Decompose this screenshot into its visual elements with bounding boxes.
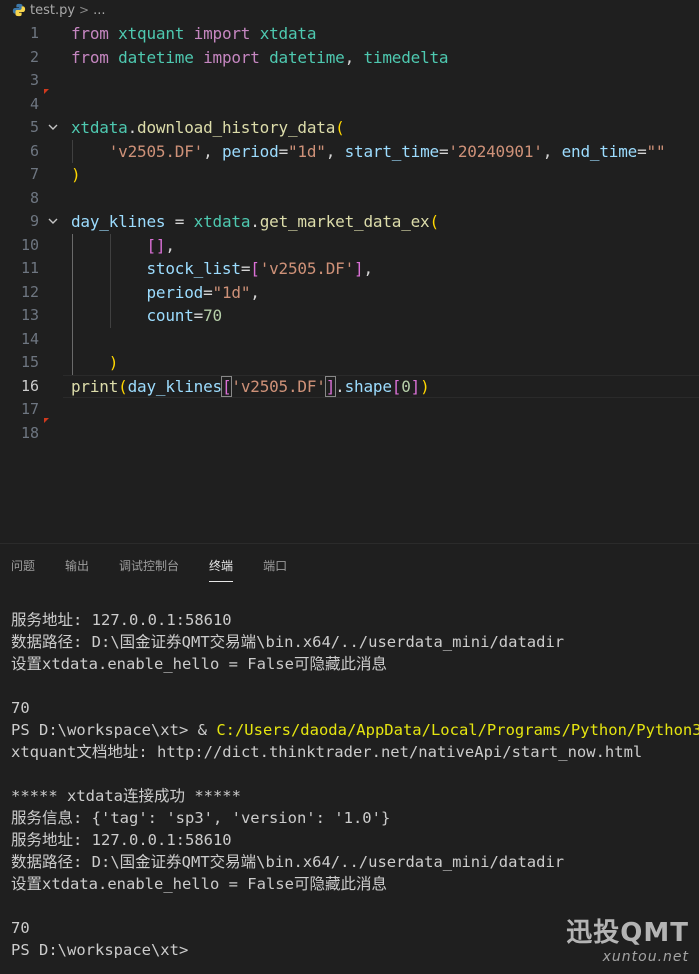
line-number: 7 — [29, 165, 39, 183]
code-line[interactable]: 8 — [0, 187, 699, 211]
line-number: 10 — [20, 235, 39, 254]
terminal-line: 数据路径: D:\国金证券QMT交易端\bin.x64/../userdata_… — [11, 633, 565, 651]
code-text: count=70 — [146, 306, 222, 325]
code-text: period="1d", — [146, 282, 260, 302]
terminal-line: 服务信息: {'tag': 'sp3', 'version': '1.0'} — [11, 809, 391, 827]
code-text: 'v2505.DF', period="1d", start_time='202… — [108, 141, 666, 161]
code-line[interactable]: 17 — [0, 398, 699, 422]
watermark-sub: xuntou.net — [602, 949, 689, 965]
line-number: 16 — [20, 376, 39, 395]
breadcrumb[interactable]: test.py > ... — [0, 0, 699, 20]
panel-tab[interactable]: 输出 — [65, 551, 89, 580]
terminal-line: 设置xtdata.enable_hello = False可隐藏此消息 — [11, 655, 387, 673]
terminal-line: xtquant文档地址: http://dict.thinktrader.net… — [11, 743, 643, 761]
panel-tab[interactable]: 问题 — [11, 551, 35, 580]
indent-guide — [110, 233, 111, 328]
line-number: 1 — [29, 24, 39, 42]
watermark-main: 迅投QMT — [566, 918, 689, 948]
code-text: stock_list=['v2505.DF'], — [146, 259, 373, 278]
line-number: 11 — [20, 259, 39, 277]
code-line[interactable]: 15 ) — [0, 351, 699, 375]
line-number: 13 — [20, 306, 39, 324]
code-text: print(day_klines['v2505.DF'].shape[0]) — [71, 375, 430, 397]
code-line[interactable]: 3 — [0, 69, 699, 93]
code-text: ) — [108, 353, 119, 372]
python-file-icon — [12, 3, 26, 17]
line-number: 9 — [29, 212, 39, 230]
panel-tab[interactable]: 调试控制台 — [119, 551, 179, 580]
breadcrumb-more[interactable]: ... — [93, 3, 105, 18]
code-line[interactable]: 14 — [0, 328, 699, 352]
code-line[interactable]: 18 — [0, 417, 699, 446]
code-line[interactable]: 12 period="1d", — [0, 281, 699, 305]
line-number: 6 — [29, 141, 39, 160]
indent-guide — [72, 233, 73, 375]
code-line[interactable]: 7) — [0, 163, 699, 187]
terminal-output[interactable]: 服务地址: 127.0.0.1:58610 数据路径: D:\国金证券QMT交易端… — [11, 609, 699, 961]
line-number: 8 — [29, 188, 39, 207]
terminal-line: 服务地址: 127.0.0.1:58610 — [11, 611, 232, 629]
code-line[interactable]: 16 print(day_klines['v2505.DF'].shape[0]) — [0, 374, 699, 399]
terminal-line: 数据路径: D:\国金证券QMT交易端\bin.x64/../userdata_… — [11, 853, 565, 871]
line-number: 3 — [29, 71, 39, 89]
code-line[interactable]: 13 count=70 — [0, 304, 699, 328]
breakpoint-marker-icon — [44, 417, 49, 423]
code-text: from xtquant import xtdata — [71, 24, 317, 43]
code-line[interactable]: 5 xtdata.download_history_data( — [0, 116, 699, 140]
code-editor[interactable]: 1 from xtquant import xtdata 2 from datetim… — [0, 22, 699, 452]
code-text: from datetime import datetime, timedelta — [71, 47, 449, 67]
watermark-logo: 迅投QMT xuntou.net — [566, 912, 689, 965]
line-number: 2 — [29, 47, 39, 66]
line-number: 14 — [20, 329, 39, 348]
terminal-line: 服务地址: 127.0.0.1:58610 — [11, 831, 232, 849]
bottom-panel: 问题 输出 调试控制台 终端 端口 服务地址: 127.0.0.1:58610 数据路径:… — [0, 543, 699, 974]
breadcrumb-file[interactable]: test.py — [30, 3, 75, 18]
code-line[interactable]: 4 — [0, 88, 699, 117]
code-text: ) — [71, 165, 81, 184]
breakpoint-marker-icon — [44, 88, 49, 94]
line-number: 18 — [20, 423, 39, 442]
code-text: [], — [146, 235, 175, 255]
line-number: 17 — [20, 400, 39, 418]
line-number: 4 — [29, 94, 39, 113]
terminal-line: 设置xtdata.enable_hello = False可隐藏此消息 — [11, 875, 387, 893]
line-number: 12 — [20, 282, 39, 301]
code-text: day_klines = xtdata.get_market_data_ex( — [71, 212, 439, 231]
line-number: 15 — [20, 353, 39, 371]
indent-guide — [72, 139, 73, 163]
line-number: 5 — [29, 118, 39, 136]
panel-tab[interactable]: 终端 — [209, 551, 234, 582]
code-line[interactable]: 1 from xtquant import xtdata — [0, 22, 699, 46]
panel-tab[interactable]: 端口 — [263, 551, 287, 580]
code-line[interactable]: 11 stock_list=['v2505.DF'], — [0, 257, 699, 281]
code-line[interactable]: 2 from datetime import datetime, timedelt… — [0, 46, 699, 70]
code-text: xtdata.download_history_data( — [71, 118, 345, 137]
breadcrumb-separator: > — [79, 3, 90, 17]
terminal-line: 70 — [11, 699, 30, 717]
code-line[interactable]: 6 'v2505.DF', period="1d", start_time='2… — [0, 140, 699, 164]
terminal-line: PS D:\workspace\xt> & C:/Users/daoda/App… — [11, 721, 699, 739]
panel-tabs: 问题 输出 调试控制台 终端 端口 — [0, 544, 699, 586]
code-line[interactable]: 9 day_klines = xtdata.get_market_data_ex( — [0, 210, 699, 234]
terminal-line: ***** xtdata连接成功 ***** — [11, 787, 241, 805]
code-line[interactable]: 10 [], — [0, 234, 699, 258]
